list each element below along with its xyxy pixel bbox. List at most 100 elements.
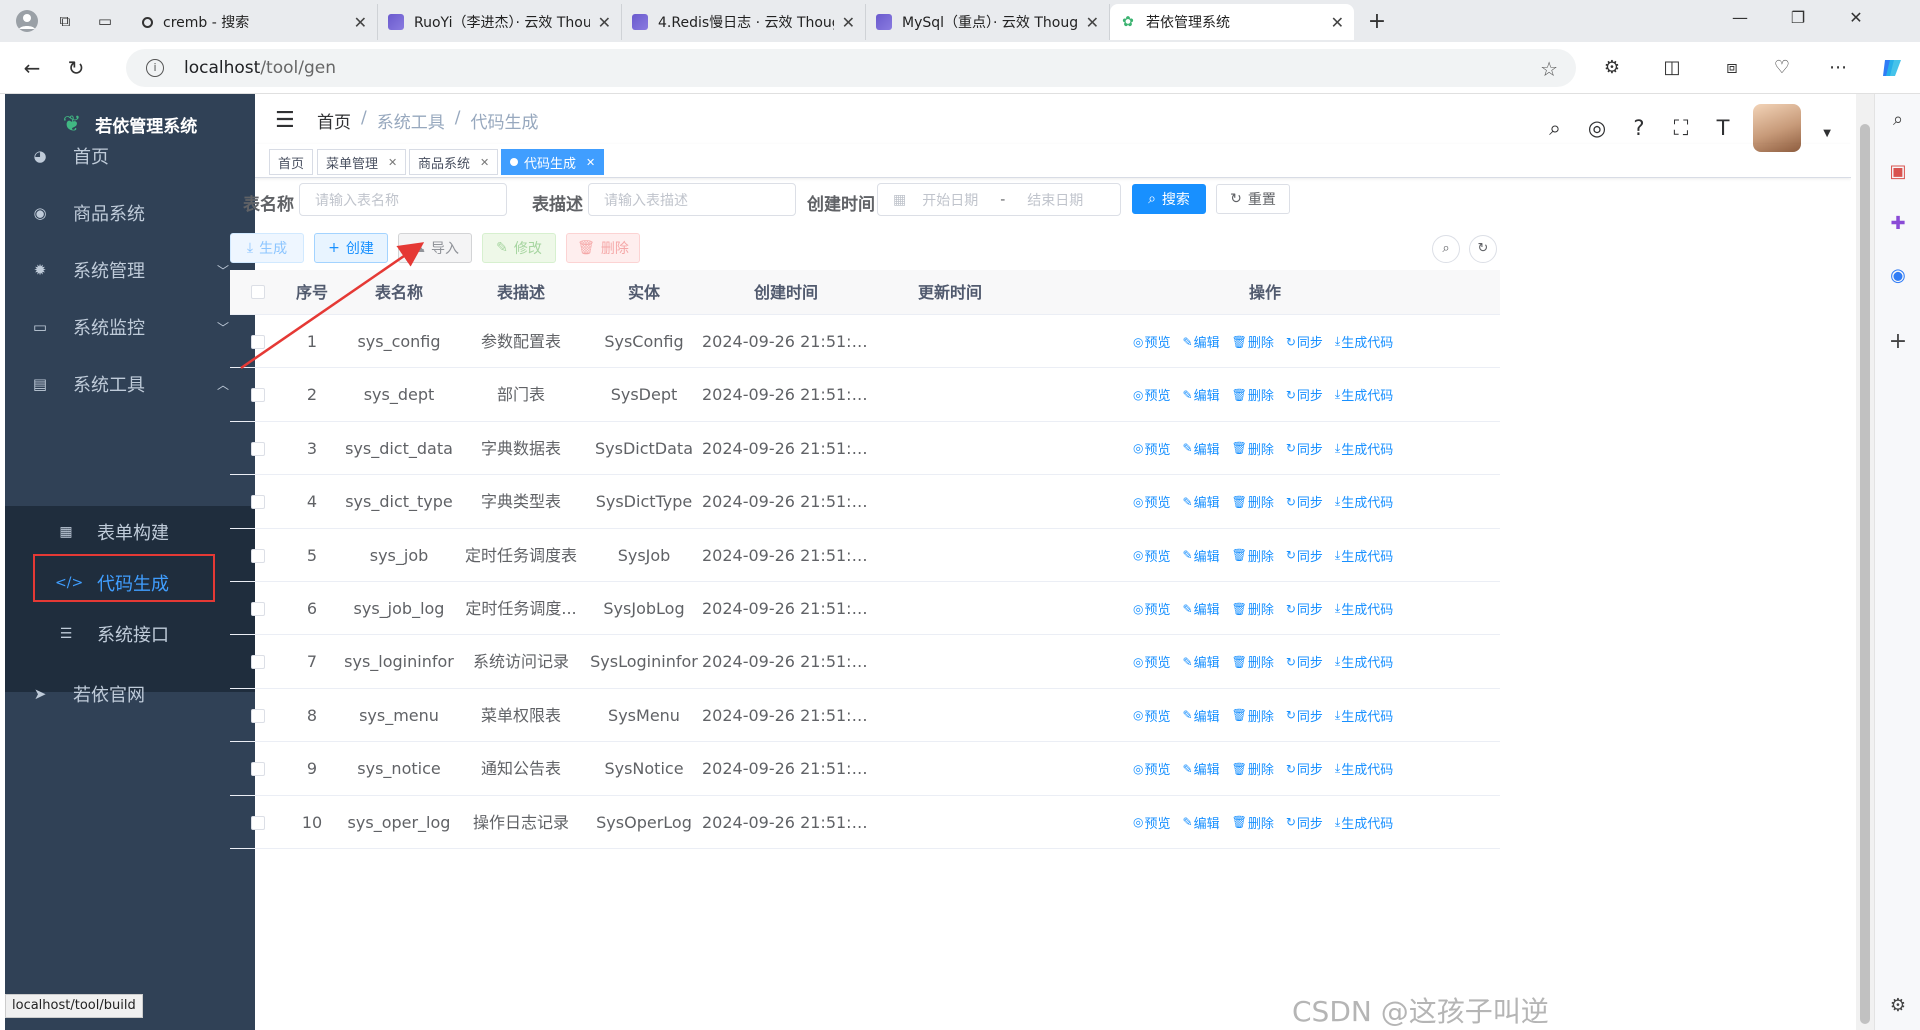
close-icon[interactable]: ✕ — [1331, 13, 1344, 32]
delete-link[interactable]: 🗑 删除 — [1232, 599, 1274, 619]
edit-link[interactable]: ✎ 编辑 — [1183, 813, 1220, 832]
delete-button[interactable]: 🗑 删除 — [566, 233, 640, 263]
sidebar-item-monitor[interactable]: ▭ 系统监控 ﹀ — [5, 299, 255, 355]
generate-code-link[interactable]: ⤓ 生成代码 — [1335, 546, 1393, 565]
toggle-search-button[interactable]: ⌕ — [1432, 235, 1460, 263]
generate-code-link[interactable]: ⤓ 生成代码 — [1335, 332, 1393, 351]
generate-code-link[interactable]: ⤓ 生成代码 — [1335, 492, 1393, 511]
sidebar-item-system[interactable]: ✹ 系统管理 ﹀ — [5, 242, 255, 298]
minimize-icon[interactable]: — — [1720, 8, 1760, 34]
tag-menu[interactable]: 菜单管理 ✕ — [317, 149, 407, 175]
office-icon[interactable]: ◉ — [1886, 264, 1910, 288]
edit-link[interactable]: ✎ 编辑 — [1183, 332, 1220, 352]
scrollbar-thumb[interactable] — [1860, 124, 1870, 1024]
close-icon[interactable]: ✕ — [586, 156, 595, 169]
create-button[interactable]: + 创建 — [314, 233, 388, 263]
delete-link[interactable]: 🗑 删除 — [1232, 492, 1274, 512]
row-checkbox[interactable] — [251, 441, 265, 456]
close-icon[interactable]: ✕ — [598, 13, 611, 32]
table-comment-input[interactable]: 请输入表描述 — [588, 183, 796, 216]
sidebar-item-build[interactable]: ▦ 表单构建 — [5, 506, 255, 558]
extensions-icon[interactable]: ⚙ — [1600, 56, 1624, 80]
caret-down-icon[interactable]: ▼ — [1823, 128, 1831, 139]
browser-tab[interactable]: RuoYi（李进杰）· 云效 Thoughts ✕ — [378, 4, 622, 40]
sync-link[interactable]: ↻ 同步 — [1286, 492, 1323, 512]
help-icon[interactable]: ? — [1627, 116, 1651, 140]
sidebar-item-swagger[interactable]: ☰ 系统接口 — [5, 608, 255, 660]
sidebar-item-home[interactable]: ◕ 首页 — [5, 128, 255, 184]
search-button[interactable]: ⌕ 搜索 — [1132, 184, 1206, 214]
edit-link[interactable]: ✎ 编辑 — [1183, 599, 1220, 619]
reload-icon[interactable]: ↻ — [62, 54, 90, 82]
delete-link[interactable]: 🗑 删除 — [1232, 332, 1274, 352]
edit-link[interactable]: ✎ 编辑 — [1183, 492, 1220, 512]
sync-link[interactable]: ↻ 同步 — [1286, 599, 1323, 619]
search-icon[interactable]: ⌕ — [1886, 108, 1910, 132]
delete-link[interactable]: 🗑 删除 — [1232, 759, 1274, 779]
maximize-icon[interactable]: ❐ — [1778, 8, 1818, 34]
edit-link[interactable]: ✎ 编辑 — [1183, 546, 1220, 565]
row-checkbox[interactable] — [251, 548, 265, 563]
browser-tab[interactable]: MySql（重点）· 云效 Thoughts ✕ — [866, 4, 1110, 40]
settings-icon[interactable]: ⚙ — [1886, 994, 1910, 1018]
table-name-input[interactable]: 请输入表名称 — [299, 183, 507, 216]
edit-button[interactable]: ✎ 修改 — [482, 233, 556, 263]
sidebar-item-tool[interactable]: ▤ 系统工具 ︿ — [5, 356, 255, 412]
close-icon[interactable]: ✕ — [388, 156, 397, 169]
search-icon[interactable]: ⌕ — [1543, 116, 1567, 140]
preview-link[interactable]: ◎ 预览 — [1133, 492, 1171, 512]
row-checkbox[interactable] — [251, 335, 265, 349]
generate-code-link[interactable]: ⤓ 生成代码 — [1335, 706, 1393, 725]
toolbox-icon[interactable]: ▣ — [1886, 160, 1910, 184]
delete-link[interactable]: 🗑 删除 — [1232, 813, 1274, 832]
sync-link[interactable]: ↻ 同步 — [1286, 813, 1323, 832]
reset-button[interactable]: ↻ 重置 — [1216, 184, 1290, 214]
generate-code-link[interactable]: ⤓ 生成代码 — [1335, 439, 1393, 458]
url-input[interactable]: i localhost/tool/gen ☆ — [126, 49, 1576, 87]
edit-link[interactable]: ✎ 编辑 — [1183, 759, 1220, 779]
close-icon[interactable]: ✕ — [354, 13, 367, 32]
sync-link[interactable]: ↻ 同步 — [1286, 546, 1323, 565]
import-button[interactable]: ☁ 导入 — [398, 233, 472, 263]
sync-link[interactable]: ↻ 同步 — [1286, 385, 1323, 405]
sync-link[interactable]: ↻ 同步 — [1286, 706, 1323, 725]
preview-link[interactable]: ◎ 预览 — [1133, 813, 1171, 832]
favorite-star-icon[interactable]: ☆ — [1540, 57, 1558, 81]
edit-link[interactable]: ✎ 编辑 — [1183, 385, 1220, 405]
sidebar-item-website[interactable]: ➤ 若依官网 — [5, 666, 255, 722]
breadcrumb-item[interactable]: 首页 — [317, 108, 351, 133]
row-checkbox[interactable] — [251, 602, 265, 616]
sync-link[interactable]: ↻ 同步 — [1286, 332, 1323, 352]
hamburger-icon[interactable]: ☰ — [275, 108, 295, 133]
add-icon[interactable]: + — [1886, 330, 1910, 354]
font-size-icon[interactable]: T — [1711, 116, 1735, 140]
sync-link[interactable]: ↻ 同步 — [1286, 439, 1323, 458]
row-checkbox[interactable] — [251, 762, 265, 777]
browser-tab[interactable]: 4.Redis慢日志 · 云效 Thoughts · 云 ✕ — [622, 4, 866, 40]
page-scrollbar[interactable] — [1856, 94, 1874, 1030]
preview-link[interactable]: ◎ 预览 — [1133, 332, 1171, 352]
preview-link[interactable]: ◎ 预览 — [1133, 759, 1171, 779]
generate-code-link[interactable]: ⤓ 生成代码 — [1335, 652, 1393, 671]
delete-link[interactable]: 🗑 删除 — [1232, 706, 1274, 725]
edit-link[interactable]: ✎ 编辑 — [1183, 652, 1220, 672]
browser-tab-active[interactable]: ✿ 若依管理系统 ✕ — [1110, 4, 1354, 40]
tab-actions-icon[interactable]: ▭ — [92, 8, 118, 34]
generate-code-link[interactable]: ⤓ 生成代码 — [1335, 385, 1393, 404]
profile-icon[interactable] — [14, 8, 40, 34]
delete-link[interactable]: 🗑 删除 — [1232, 546, 1274, 565]
split-screen-icon[interactable]: ◫ — [1660, 56, 1684, 80]
browser-tab[interactable]: cremb - 搜索 ✕ — [132, 4, 378, 40]
row-checkbox[interactable] — [251, 708, 265, 723]
date-range-picker[interactable]: ▦ 开始日期 - 结束日期 — [877, 183, 1121, 216]
refresh-table-button[interactable]: ↻ — [1469, 235, 1497, 263]
window-close-icon[interactable]: ✕ — [1836, 8, 1876, 34]
edit-link[interactable]: ✎ 编辑 — [1183, 439, 1220, 458]
preview-link[interactable]: ◎ 预览 — [1133, 439, 1171, 458]
back-icon[interactable]: ← — [18, 54, 46, 82]
more-menu-icon[interactable]: ⋯ — [1826, 56, 1850, 80]
sync-link[interactable]: ↻ 同步 — [1286, 652, 1323, 672]
copilot-icon[interactable] — [1880, 56, 1904, 80]
delete-link[interactable]: 🗑 删除 — [1232, 385, 1274, 405]
preview-link[interactable]: ◎ 预览 — [1133, 599, 1171, 619]
